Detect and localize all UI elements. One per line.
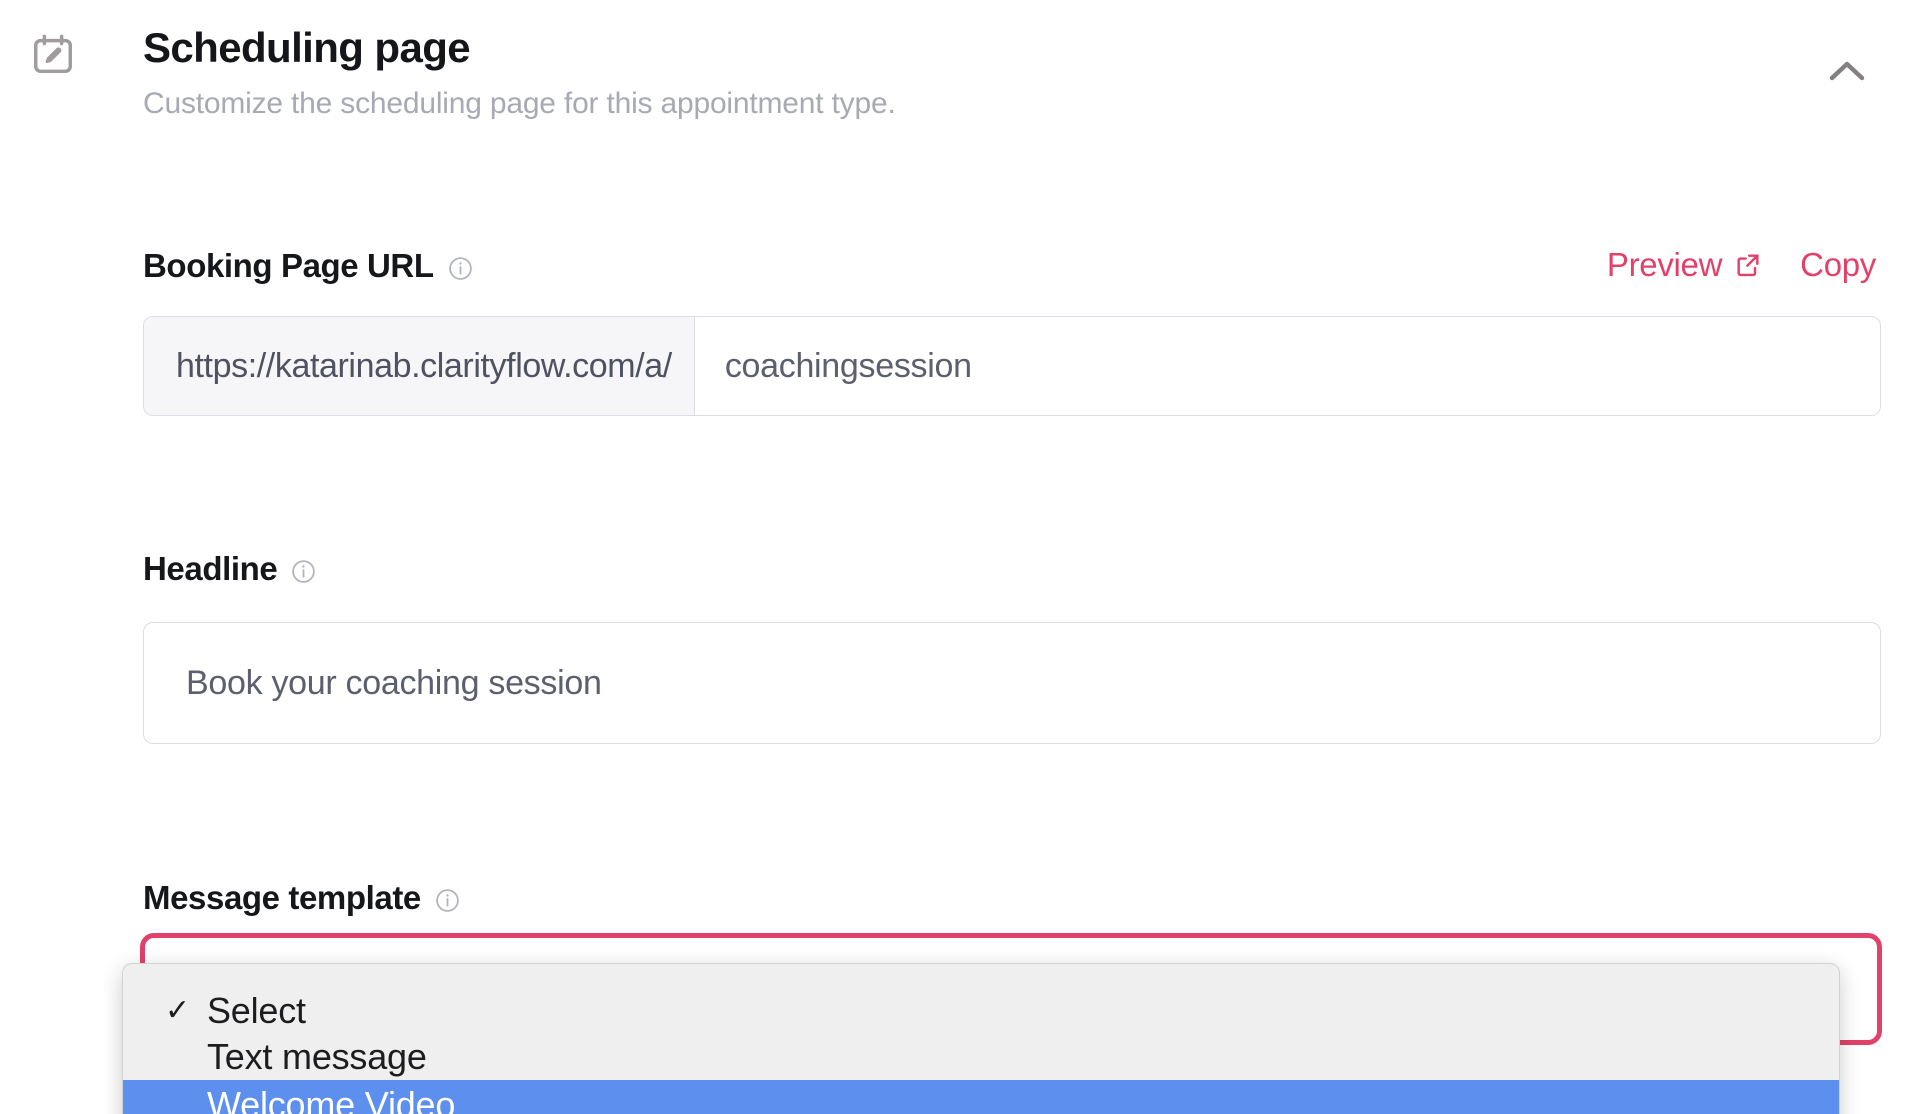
booking-url-slug-input[interactable]: coachingsession: [694, 317, 1880, 415]
booking-url-label-row: Booking Page URL: [143, 245, 473, 287]
dropdown-option-text-message[interactable]: Text message: [123, 1034, 1839, 1080]
headline-label-row: Headline: [143, 548, 316, 590]
info-icon[interactable]: [291, 559, 316, 584]
message-template-label: Message template: [143, 879, 421, 916]
preview-link-label: Preview: [1606, 246, 1723, 283]
dropdown-option-welcome-video[interactable]: Welcome Video: [123, 1080, 1839, 1114]
headline-input[interactable]: Book your coaching session: [143, 622, 1881, 744]
page-subtitle: Customize the scheduling page for this a…: [143, 87, 896, 120]
dropdown-option-select[interactable]: ✓ Select: [123, 988, 1839, 1034]
booking-url-actions: Preview Copy: [1607, 243, 1928, 287]
dropdown-option-label: Welcome Video: [207, 1084, 456, 1114]
booking-url-input-group[interactable]: https://katarinab.clarityflow.com/a/ coa…: [143, 316, 1881, 416]
dropdown-option-label: Select: [207, 990, 306, 1031]
booking-url-prefix: https://katarinab.clarityflow.com/a/: [144, 317, 695, 415]
external-link-icon: [1734, 251, 1762, 279]
page-title: Scheduling page: [143, 24, 471, 71]
chevron-up-icon[interactable]: [1820, 50, 1874, 94]
dropdown-option-label: Text message: [207, 1036, 427, 1077]
section-header: Scheduling page Customize the scheduling…: [0, 0, 1928, 150]
info-icon[interactable]: [435, 888, 460, 913]
check-icon: ✓: [165, 994, 190, 1027]
copy-link[interactable]: Copy: [1800, 243, 1876, 287]
calendar-edit-icon: [30, 32, 76, 78]
booking-url-label: Booking Page URL: [143, 247, 434, 284]
scheduling-page-panel: Scheduling page Customize the scheduling…: [0, 0, 1928, 1114]
message-template-dropdown-list[interactable]: ✓ Select Text message Welcome Video: [122, 963, 1840, 1114]
message-template-label-row: Message template: [143, 877, 460, 919]
info-icon[interactable]: [448, 256, 473, 281]
headline-label: Headline: [143, 550, 278, 587]
preview-link[interactable]: Preview: [1607, 243, 1762, 287]
